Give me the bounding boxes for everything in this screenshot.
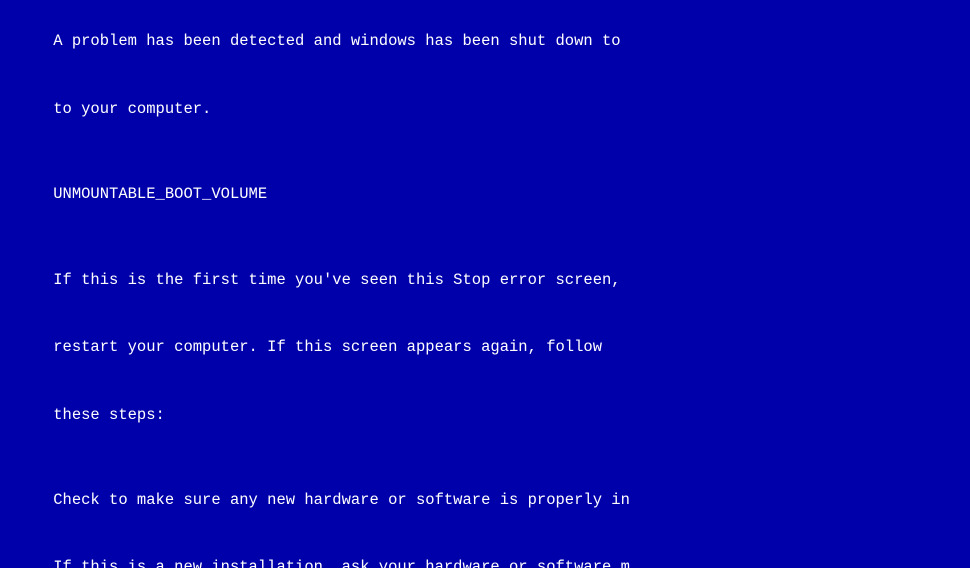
para2-line2: If this is a new installation, ask your …	[53, 558, 630, 568]
bsod-screen: A problem has been detected and windows …	[0, 0, 970, 568]
header-line2: to your computer.	[53, 100, 211, 118]
para1-line3: these steps:	[53, 406, 165, 424]
para1-line2: restart your computer. If this screen ap…	[53, 338, 602, 356]
header-line1: A problem has been detected and windows …	[53, 32, 620, 50]
error-code: UNMOUNTABLE_BOOT_VOLUME	[53, 185, 267, 203]
para1-line1: If this is the first time you've seen th…	[53, 271, 620, 289]
para2-line1: Check to make sure any new hardware or s…	[53, 491, 630, 509]
